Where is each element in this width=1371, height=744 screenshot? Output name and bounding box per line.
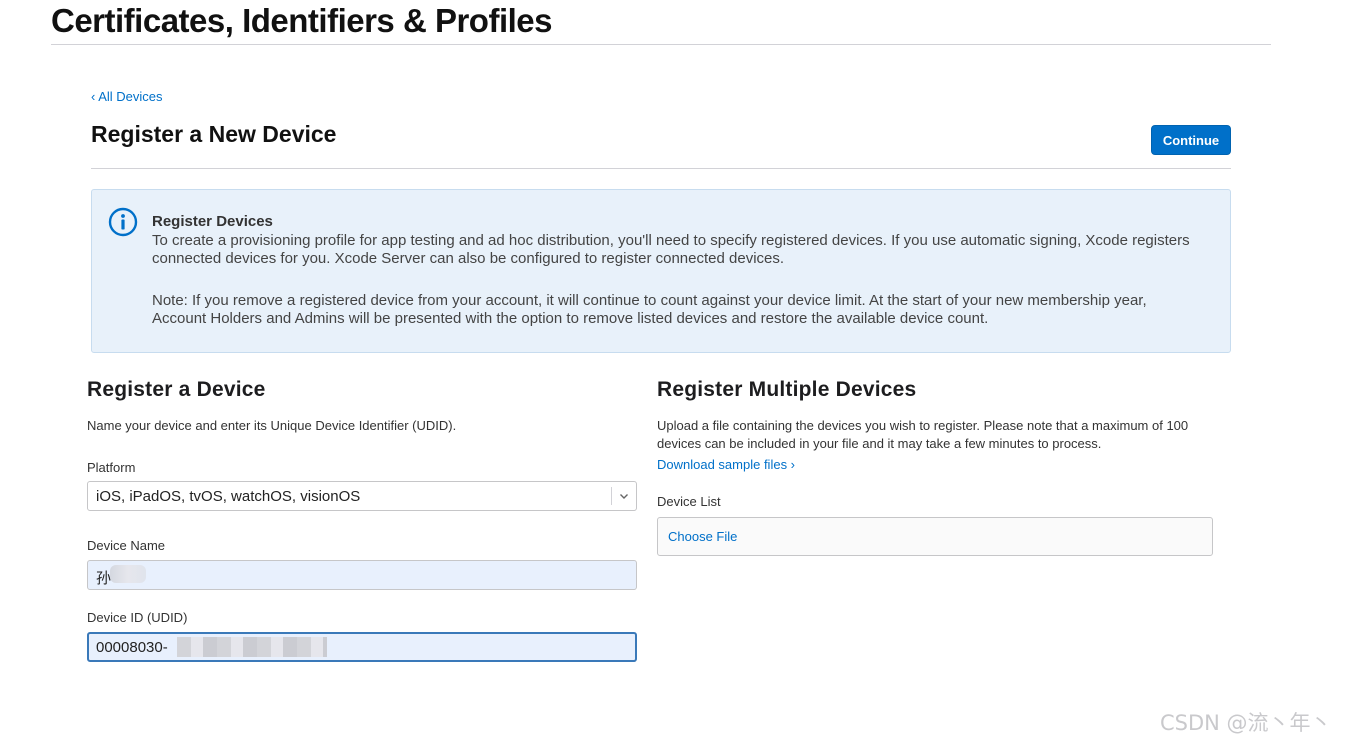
header-divider <box>51 44 1271 45</box>
info-paragraph: To create a provisioning profile for app… <box>152 232 1190 267</box>
all-devices-back-link[interactable]: ‹ All Devices <box>91 89 163 104</box>
watermark: CSDN @流丶年丶 <box>1160 711 1332 735</box>
info-banner: Register Devices To create a provisionin… <box>91 189 1231 353</box>
udid-input[interactable]: 00008030- <box>87 632 637 662</box>
register-multiple-heading: Register Multiple Devices <box>657 378 917 401</box>
redacted-blur <box>177 637 327 657</box>
info-heading: Register Devices <box>152 213 273 230</box>
register-multiple-description: Upload a file containing the devices you… <box>657 418 1189 451</box>
device-name-value: 孙 <box>96 570 112 587</box>
redacted-blur <box>110 565 146 583</box>
register-device-description: Name your device and enter its Unique De… <box>87 418 457 433</box>
info-note-paragraph: Note: If you remove a registered device … <box>152 292 1147 327</box>
continue-button[interactable]: Continue <box>1151 125 1231 155</box>
info-circle-icon <box>108 207 138 237</box>
device-name-label: Device Name <box>87 538 166 553</box>
page-title: Register a New Device <box>91 121 337 147</box>
platform-selected-value: iOS, iPadOS, tvOS, watchOS, visionOS <box>96 488 361 505</box>
select-divider <box>611 487 612 505</box>
choose-file-button[interactable]: Choose File <box>668 529 737 544</box>
platform-select[interactable]: iOS, iPadOS, tvOS, watchOS, visionOS <box>87 481 637 511</box>
device-list-file-input[interactable]: Choose File <box>657 517 1213 556</box>
device-list-label: Device List <box>657 494 721 509</box>
chevron-down-icon <box>620 494 628 499</box>
udid-value: 00008030- <box>96 639 168 656</box>
download-sample-files-link[interactable]: Download sample files › <box>657 457 795 472</box>
register-device-heading: Register a Device <box>87 378 266 401</box>
title-divider <box>91 168 1231 169</box>
device-name-input[interactable]: 孙 <box>87 560 637 590</box>
udid-label: Device ID (UDID) <box>87 610 188 625</box>
app-title: Certificates, Identifiers & Profiles <box>51 2 553 39</box>
platform-label: Platform <box>87 460 136 475</box>
